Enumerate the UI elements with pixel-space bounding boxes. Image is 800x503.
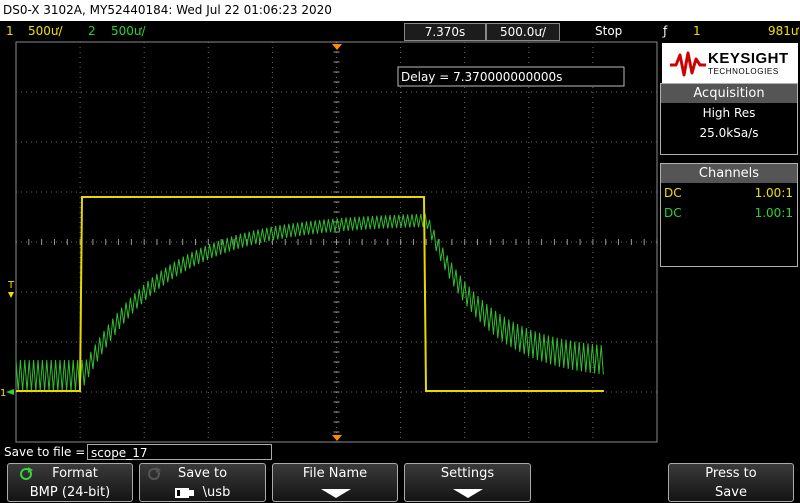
save-to-value: \usb xyxy=(202,485,231,500)
channel-2-row[interactable]: DC 1.00:1 xyxy=(661,203,797,223)
file-name-softkey[interactable]: File Name xyxy=(272,463,398,502)
chevron-down-icon xyxy=(453,489,483,498)
save-to-softkey[interactable]: Save to \usb xyxy=(139,463,266,502)
keysight-wave-icon xyxy=(670,51,706,77)
time-delay-value: 7.370s xyxy=(424,25,466,39)
settings-label: Settings xyxy=(440,466,495,481)
delay-readout: Delay = 7.370000000000s xyxy=(401,70,562,84)
ch2-probe: 1.00:1 xyxy=(754,206,793,220)
acquisition-panel[interactable]: Acquisition High Res 25.0kSa/s xyxy=(660,83,798,155)
ch2-scale[interactable]: 500ư/ xyxy=(111,21,146,41)
channels-panel[interactable]: Channels DC 1.00:1 DC 1.00:1 xyxy=(660,163,798,267)
format-softkey[interactable]: Format BMP (24-bit) xyxy=(7,463,133,502)
ch1-indicator[interactable]: 1 xyxy=(6,21,14,41)
press-to-save-softkey[interactable]: Press to Save xyxy=(668,463,794,502)
brand-name: KEYSIGHT xyxy=(708,50,789,67)
trigger-edge-icon: ƒ xyxy=(663,24,668,38)
keysight-logo: KEYSIGHT TECHNOLOGIES xyxy=(662,43,798,83)
title-bar: DS0-X 3102A, MY52440184: Wed Jul 22 01:0… xyxy=(0,0,800,21)
ch1-probe: 1.00:1 xyxy=(754,186,793,200)
acquisition-mode: High Res xyxy=(702,106,756,120)
status-bar: 1 500ư/ 2 500ư/ 7.370s 500.0ư/ Stop ƒ 1 … xyxy=(0,21,800,41)
save-to-file-input[interactable]: scope_17 xyxy=(87,444,272,460)
format-value: BMP (24-bit) xyxy=(29,485,111,500)
ch2-indicator[interactable]: 2 xyxy=(88,21,96,41)
waveform-graticule: Delay = 7.370000000000s T 1 xyxy=(0,41,658,443)
acquisition-rate: 25.0kSa/s xyxy=(699,126,759,140)
chevron-down-icon xyxy=(321,489,351,498)
channels-header: Channels xyxy=(661,164,797,183)
waveform-display[interactable]: Delay = 7.370000000000s T 1 xyxy=(0,41,660,443)
press-to-save-value: Save xyxy=(715,485,747,500)
time-delay-box[interactable]: 7.370s xyxy=(404,23,486,41)
ch1-coupling: DC xyxy=(664,186,682,200)
file-name-label: File Name xyxy=(302,466,368,481)
settings-softkey[interactable]: Settings xyxy=(404,463,531,502)
save-to-label: Save to xyxy=(177,466,228,481)
acquisition-header: Acquisition xyxy=(661,84,797,103)
time-scale-box[interactable]: 500.0ư/ xyxy=(486,23,560,41)
time-scale-value: 500.0ư/ xyxy=(499,25,546,39)
format-label: Format xyxy=(52,466,98,481)
channel-1-row[interactable]: DC 1.00:1 xyxy=(661,183,797,203)
trigger-level-marker: T xyxy=(7,280,15,291)
ch1-ground-marker: 1 xyxy=(0,388,6,399)
trigger-level[interactable]: 981ư xyxy=(768,21,799,41)
ch2-ground-marker xyxy=(6,389,14,395)
brand-sub: TECHNOLOGIES xyxy=(708,67,779,76)
press-to-save-label: Press to xyxy=(705,466,757,481)
save-to-file-bar: Save to file = scope_17 xyxy=(0,443,800,462)
ch2-coupling: DC xyxy=(664,206,682,220)
trigger-level-arrow xyxy=(8,292,14,298)
trigger-source[interactable]: 1 xyxy=(693,21,701,41)
run-state[interactable]: Stop xyxy=(595,21,622,41)
save-to-file-label: Save to file = xyxy=(4,445,86,459)
ch1-scale[interactable]: 500ư/ xyxy=(28,21,63,41)
